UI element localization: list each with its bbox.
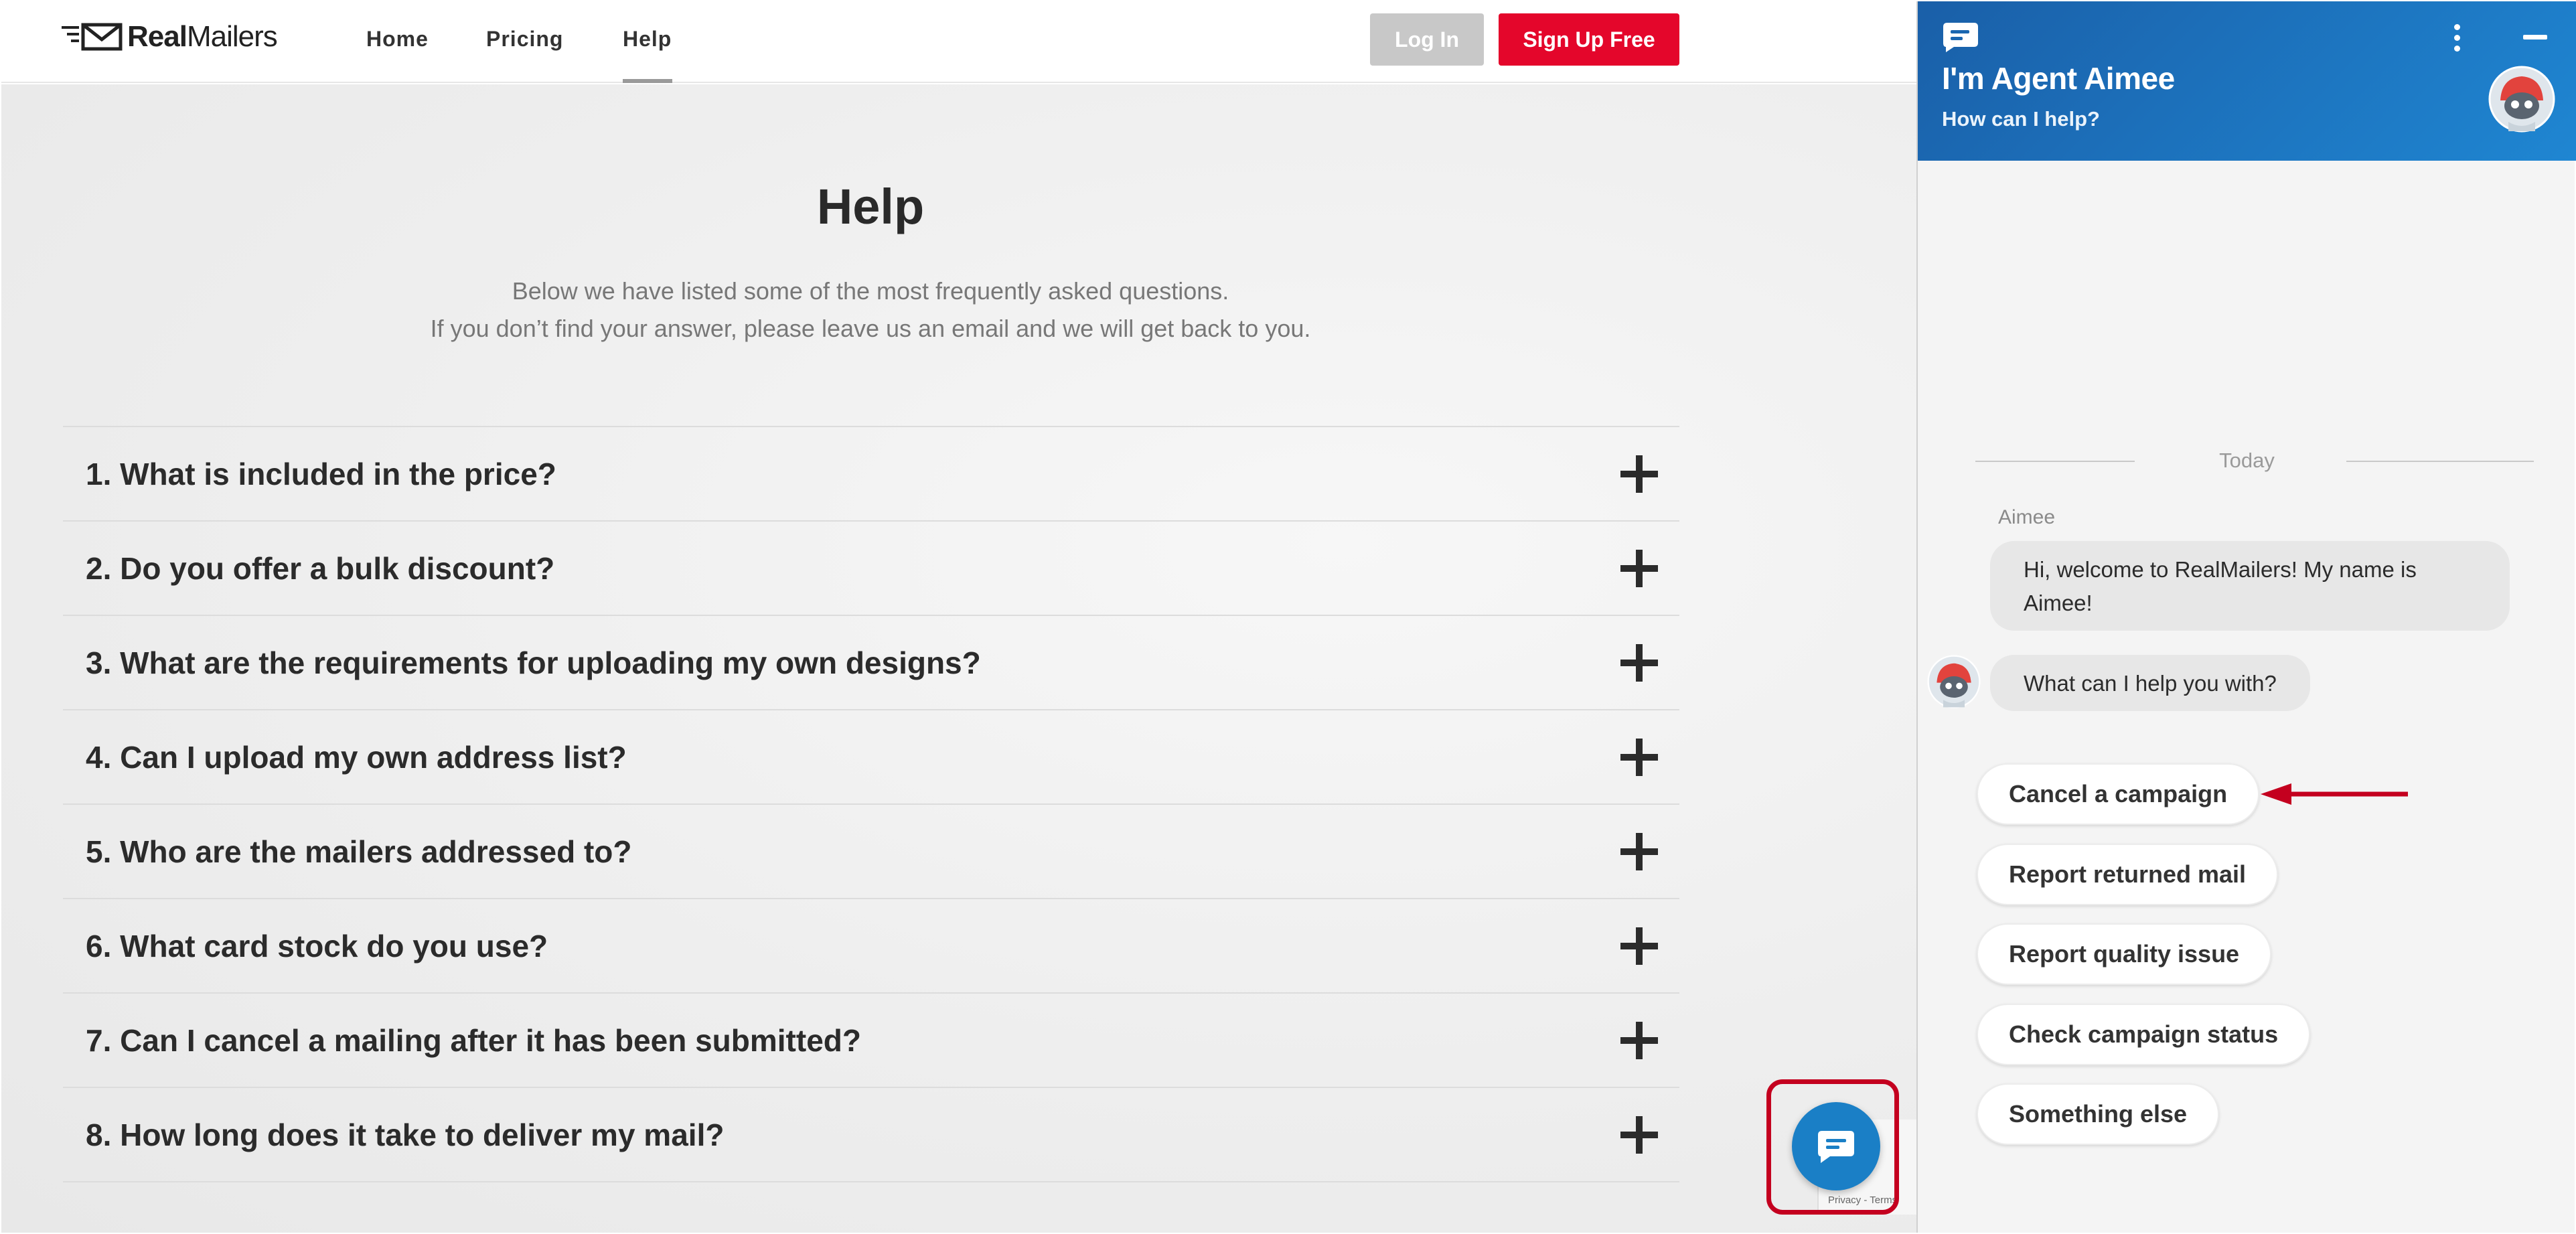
plus-icon[interactable] [1619, 1115, 1659, 1155]
mail-logo-icon [62, 23, 123, 51]
message-sender-name: Aimee [1998, 506, 2056, 528]
signup-button[interactable]: Sign Up Free [1499, 13, 1679, 66]
chat-logo-icon [1943, 23, 1978, 52]
quick-reply-check-campaign-status[interactable]: Check campaign status [1977, 1004, 2311, 1065]
faq-question: 2. Do you offer a bulk discount? [86, 550, 555, 586]
faq-question: 6. What card stock do you use? [86, 928, 548, 963]
faq-question: 7. Can I cancel a mailing after it has b… [86, 1022, 861, 1058]
nav-help[interactable]: Help [623, 27, 672, 52]
faq-question: 4. Can I upload my own address list? [86, 739, 627, 775]
robot-avatar-icon [1927, 655, 1981, 708]
plus-icon[interactable] [1619, 643, 1659, 683]
more-vert-icon[interactable] [2452, 24, 2461, 54]
site-header: RealMailers Home Pricing Help Log In Sig… [1, 1, 1916, 83]
faq-item[interactable]: 8. How long does it take to deliver my m… [63, 1088, 1679, 1182]
faq-list: 1. What is included in the price? 2. Do … [63, 426, 1679, 1182]
quick-reply-cancel-campaign[interactable]: Cancel a campaign [1977, 763, 2260, 825]
agent-title: I'm Agent Aimee [1942, 61, 2175, 96]
faq-item[interactable]: 3. What are the requirements for uploadi… [63, 616, 1679, 710]
faq-item[interactable]: 1. What is included in the price? [63, 427, 1679, 522]
robot-avatar-icon [2488, 66, 2555, 133]
plus-icon[interactable] [1619, 926, 1659, 966]
minimize-icon[interactable] [2523, 35, 2547, 40]
chat-message-bubble: Hi, welcome to RealMailers! My name is A… [1990, 541, 2510, 631]
quick-reply-report-returned-mail[interactable]: Report returned mail [1977, 844, 2279, 905]
chat-bubble-icon [1818, 1131, 1854, 1163]
chat-launcher-button[interactable] [1792, 1102, 1880, 1190]
faq-item[interactable]: 6. What card stock do you use? [63, 899, 1679, 994]
quick-reply-something-else[interactable]: Something else [1977, 1083, 2220, 1145]
chat-header: I'm Agent Aimee How can I help? [1918, 1, 2576, 161]
faq-item[interactable]: 7. Can I cancel a mailing after it has b… [63, 994, 1679, 1088]
faq-question: 3. What are the requirements for uploadi… [86, 645, 981, 680]
realmailers-logo[interactable]: RealMailers [62, 20, 278, 54]
agent-subtitle: How can I help? [1942, 107, 2100, 131]
faq-question: 8. How long does it take to deliver my m… [86, 1117, 725, 1152]
page-title: Help [816, 179, 925, 234]
faq-item[interactable]: 2. Do you offer a bulk discount? [63, 522, 1679, 616]
plus-icon[interactable] [1619, 1020, 1659, 1061]
help-page: Help Below we have listed some of the mo… [1, 84, 1916, 1233]
login-button[interactable]: Log In [1370, 13, 1484, 66]
chat-message-bubble: What can I help you with? [1990, 655, 2310, 711]
plus-icon[interactable] [1619, 454, 1659, 494]
plus-icon[interactable] [1619, 737, 1659, 777]
nav-home[interactable]: Home [366, 27, 429, 52]
intro-text-line-2: If you don’t find your answer, please le… [430, 315, 1311, 342]
plus-icon[interactable] [1619, 832, 1659, 872]
faq-item[interactable]: 5. Who are the mailers addressed to? [63, 805, 1679, 899]
plus-icon[interactable] [1619, 548, 1659, 589]
chat-panel: I'm Agent Aimee How can I help? Today Ai… [1916, 1, 2576, 1233]
faq-item[interactable]: 4. Can I upload my own address list? [63, 710, 1679, 805]
faq-question: 5. Who are the mailers addressed to? [86, 834, 632, 869]
red-arrow-annotation [2261, 783, 2408, 805]
faq-question: 1. What is included in the price? [86, 456, 556, 491]
nav-active-indicator [623, 79, 672, 83]
logo-text: RealMailers [127, 20, 278, 53]
date-divider-line-right [2346, 461, 2534, 462]
nav-pricing[interactable]: Pricing [486, 27, 563, 52]
intro-text-line-1: Below we have listed some of the most fr… [512, 277, 1229, 305]
quick-reply-report-quality-issue[interactable]: Report quality issue [1977, 923, 2272, 985]
